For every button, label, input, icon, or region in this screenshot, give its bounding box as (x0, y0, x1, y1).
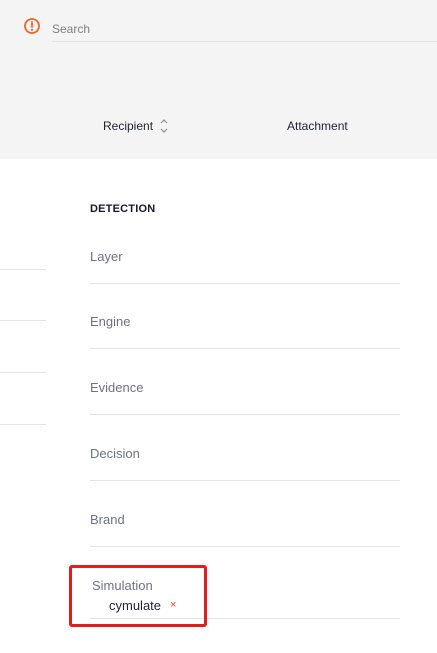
simulation-filter-field[interactable]: Simulation cymulate × (90, 572, 400, 619)
sort-chevrons-icon[interactable] (159, 117, 169, 135)
decision-filter-label: Decision (90, 446, 140, 461)
brand-filter-label: Brand (90, 512, 125, 527)
simulation-chip-text: cymulate (109, 597, 162, 613)
simulation-filter-label: Simulation (92, 578, 153, 593)
row-divider (0, 424, 46, 425)
column-header-recipient[interactable]: Recipient (103, 117, 169, 135)
evidence-filter-field[interactable]: Evidence (90, 374, 400, 415)
column-header-attachment-label: Attachment (287, 119, 348, 133)
brand-filter-field[interactable]: Brand (90, 506, 400, 547)
table-header-bar: Recipient Attachment (0, 0, 437, 159)
info-circle-icon[interactable] (23, 17, 41, 35)
remove-chip-icon[interactable]: × (170, 599, 176, 611)
row-divider (0, 269, 46, 270)
row-divider (0, 320, 46, 321)
detection-section-title: DETECTION (90, 203, 156, 215)
page-root: Recipient Attachment DETECTION Layer Eng… (0, 0, 437, 653)
engine-filter-label: Engine (90, 314, 131, 329)
simulation-value-chip: cymulate × (109, 596, 176, 614)
evidence-filter-label: Evidence (90, 380, 144, 395)
layer-filter-field[interactable]: Layer (90, 243, 400, 284)
engine-filter-field[interactable]: Engine (90, 308, 400, 349)
row-divider (0, 372, 46, 373)
layer-filter-label: Layer (90, 249, 123, 264)
column-header-recipient-label: Recipient (103, 119, 154, 133)
decision-filter-field[interactable]: Decision (90, 440, 400, 481)
search-input[interactable] (52, 17, 437, 42)
column-header-attachment[interactable]: Attachment (287, 117, 348, 135)
